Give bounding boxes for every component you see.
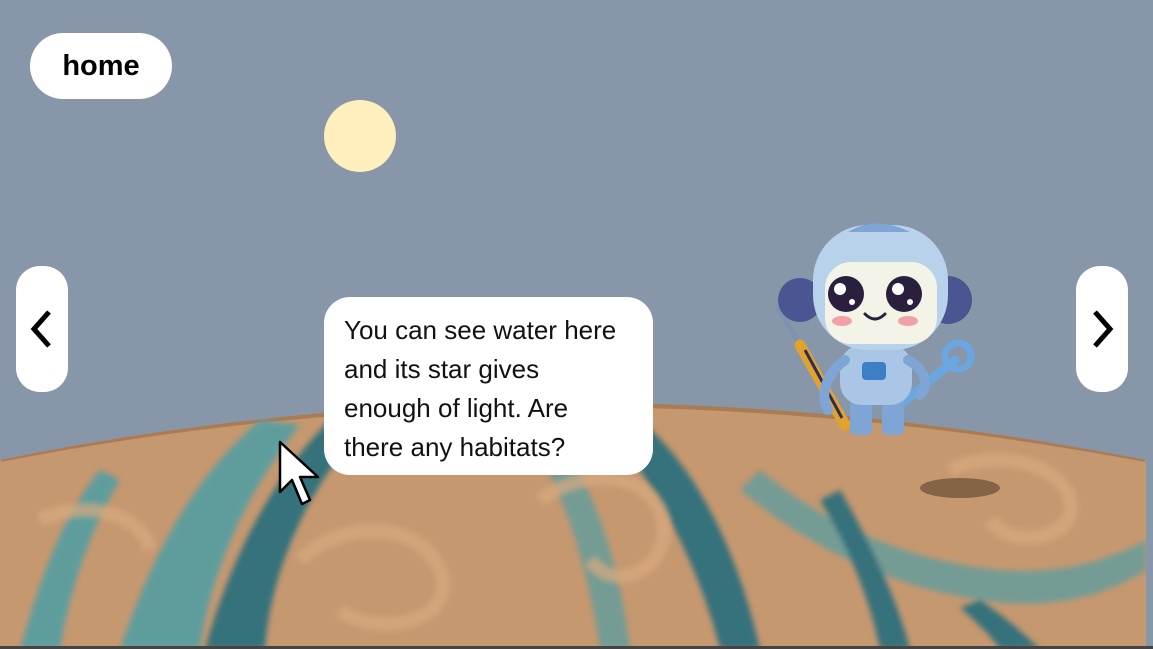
- speech-bubble: You can see water here and its star give…: [324, 297, 653, 475]
- home-button[interactable]: home: [30, 33, 172, 99]
- star: [324, 100, 396, 172]
- previous-button[interactable]: [16, 266, 68, 392]
- chevron-left-icon: [30, 310, 51, 348]
- dialog-text: You can see water here and its star give…: [344, 315, 617, 462]
- robot-mascot: [775, 223, 975, 435]
- chevron-right-icon: [1093, 310, 1114, 348]
- mouse-cursor-icon: [278, 440, 320, 506]
- next-button[interactable]: [1076, 266, 1128, 392]
